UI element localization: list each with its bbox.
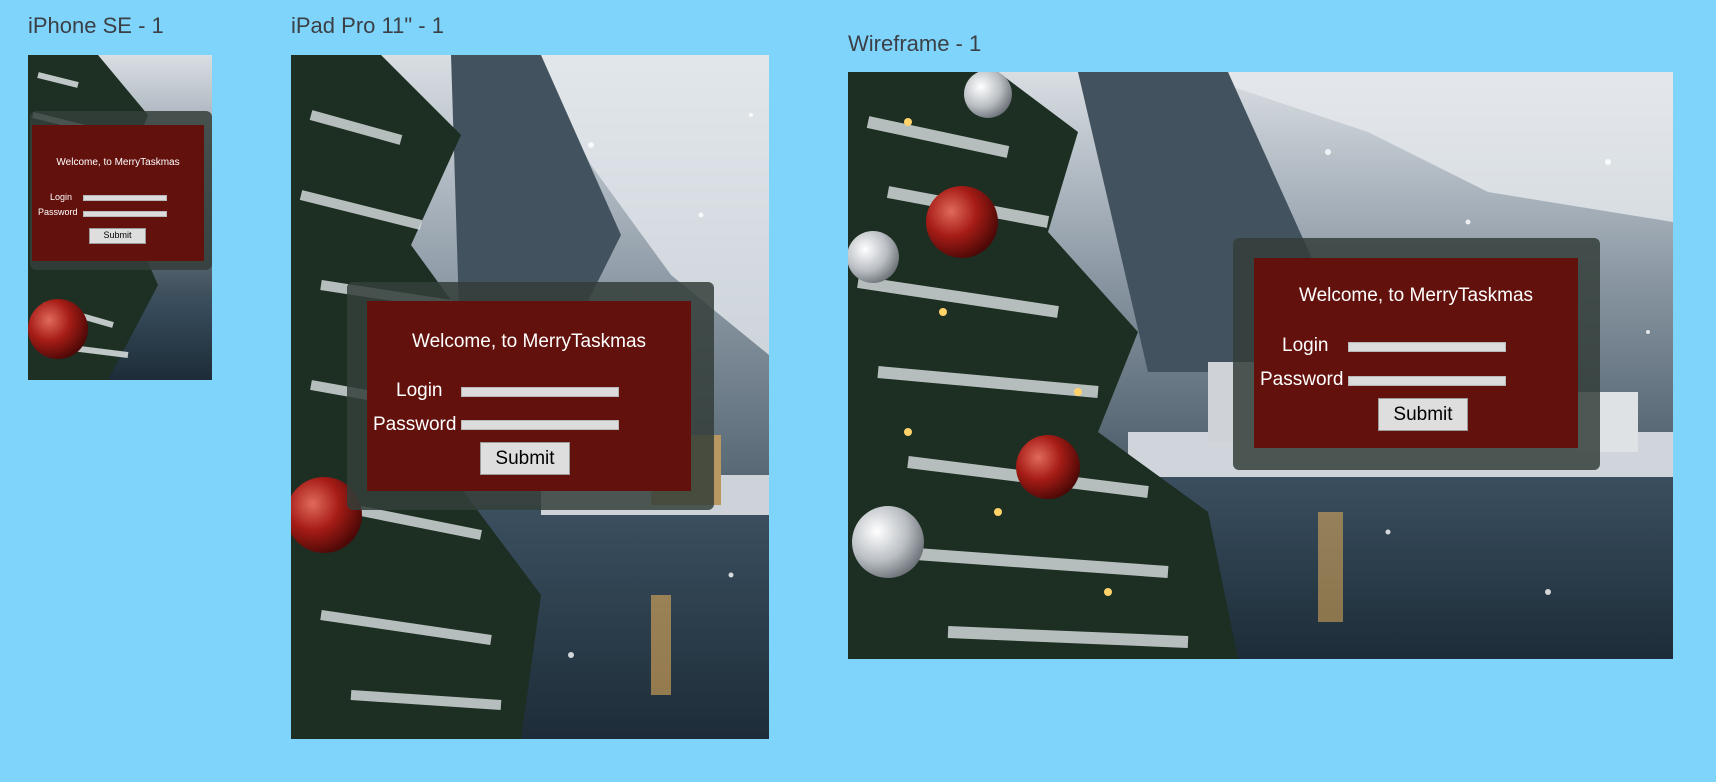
frame-ipad: Welcome, to MerryTaskmas Login Password … xyxy=(291,55,769,739)
password-input[interactable] xyxy=(83,211,167,217)
login-label: Login xyxy=(1282,335,1329,356)
password-input[interactable] xyxy=(1348,376,1506,386)
welcome-heading: Welcome, to MerryTaskmas xyxy=(411,331,647,352)
submit-button[interactable]: Submit xyxy=(89,228,146,244)
frame-title-ipad: iPad Pro 11" - 1 xyxy=(291,13,444,38)
frame-title-iphone: iPhone SE - 1 xyxy=(28,13,164,38)
login-input[interactable] xyxy=(1348,342,1506,352)
submit-button[interactable]: Submit xyxy=(480,442,570,475)
password-label: Password xyxy=(1260,369,1344,390)
frame-iphone: Welcome, to MerryTaskmas Login Password … xyxy=(28,55,212,380)
submit-button[interactable]: Submit xyxy=(1378,398,1468,431)
login-input[interactable] xyxy=(461,387,619,397)
login-label: Login xyxy=(50,192,73,202)
password-input[interactable] xyxy=(461,420,619,430)
password-label: Password xyxy=(38,207,78,217)
login-panel: Welcome, to MerryTaskmas Login Password … xyxy=(32,125,204,261)
welcome-heading: Welcome, to MerryTaskmas xyxy=(56,157,180,168)
login-panel: Welcome, to MerryTaskmas Login Password … xyxy=(367,301,691,491)
login-label: Login xyxy=(396,380,443,401)
login-panel: Welcome, to MerryTaskmas Login Password … xyxy=(1254,258,1578,448)
password-label: Password xyxy=(373,414,457,435)
login-input[interactable] xyxy=(83,195,167,201)
welcome-heading: Welcome, to MerryTaskmas xyxy=(1298,285,1534,306)
frame-wireframe: Welcome, to MerryTaskmas Login Password … xyxy=(848,72,1673,659)
frame-title-wireframe: Wireframe - 1 xyxy=(848,31,982,56)
